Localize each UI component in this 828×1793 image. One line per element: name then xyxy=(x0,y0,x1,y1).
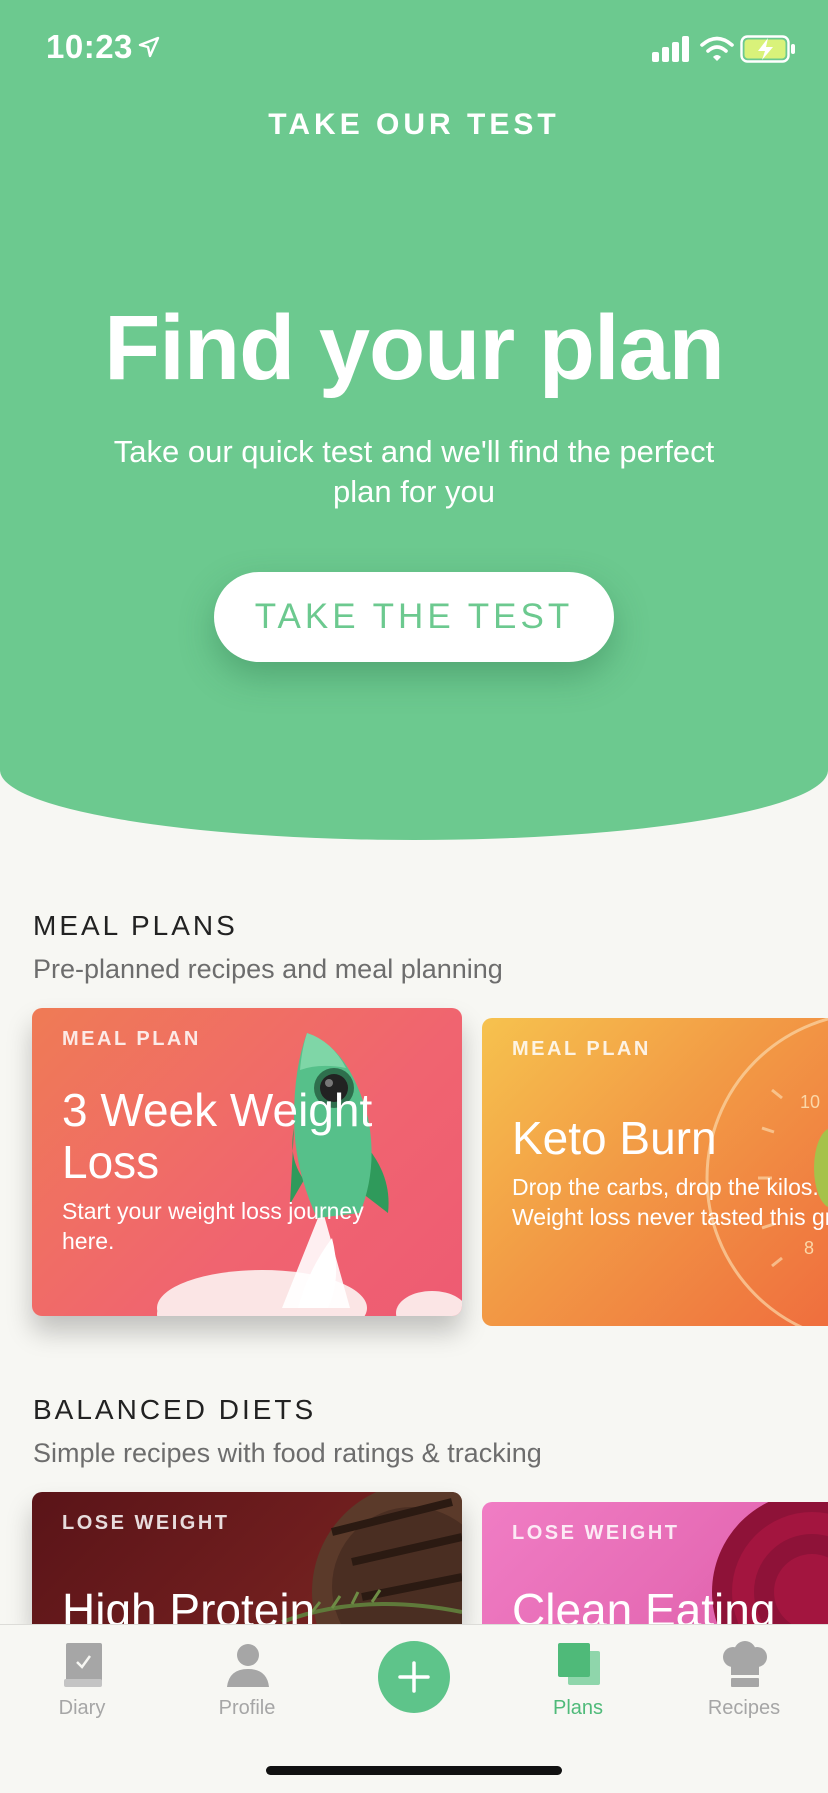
take-our-test-link[interactable]: TAKE OUR TEST xyxy=(0,108,828,142)
card-title: Keto Burn xyxy=(512,1112,717,1164)
tab-label: Recipes xyxy=(707,1697,781,1719)
diary-icon xyxy=(64,1643,102,1687)
location-arrow-icon xyxy=(138,36,160,58)
diet-card-high-protein[interactable]: LOSE WEIGHT High Protein xyxy=(32,1492,462,1624)
signal-icon xyxy=(652,36,689,62)
take-the-test-button[interactable]: TAKE THE TEST xyxy=(214,572,614,662)
svg-text:8: 8 xyxy=(804,1238,814,1258)
card-tag: LOSE WEIGHT xyxy=(62,1512,230,1534)
tab-label: Profile xyxy=(218,1697,276,1719)
meal-plan-card-3-week[interactable]: MEAL PLAN 3 Week Weight Loss Start your … xyxy=(32,1008,462,1316)
card-tag: MEAL PLAN xyxy=(512,1038,651,1060)
tab-recipes[interactable]: Recipes xyxy=(679,1625,809,1725)
add-button[interactable] xyxy=(378,1641,450,1713)
meal-plan-card-keto-burn[interactable]: 10 8 MEAL PLAN Keto Burn Drop the carbs,… xyxy=(482,1018,828,1326)
wifi-icon xyxy=(700,36,734,61)
card-description: Drop the carbs, drop the kilos. Weight l… xyxy=(512,1174,828,1230)
card-title: Clean Eating xyxy=(512,1584,776,1624)
tab-profile[interactable]: Profile xyxy=(182,1625,312,1725)
status-time: 10:23 xyxy=(46,28,133,65)
tab-label: Plans xyxy=(552,1697,604,1719)
battery-charging-icon xyxy=(740,35,795,63)
hero-banner: 10:23 TAKE OUR TEST Find your plan Take … xyxy=(0,0,828,840)
card-tag: LOSE WEIGHT xyxy=(512,1522,680,1544)
profile-icon xyxy=(227,1644,269,1687)
tab-plans[interactable]: Plans xyxy=(513,1625,643,1725)
card-tag: MEAL PLAN xyxy=(62,1028,201,1050)
balanced-diets-title: BALANCED DIETS xyxy=(33,1394,317,1425)
balanced-diets-subtitle: Simple recipes with food ratings & track… xyxy=(33,1438,542,1468)
status-bar: 10:23 xyxy=(0,0,828,100)
svg-text:10: 10 xyxy=(800,1092,820,1112)
chef-hat-icon xyxy=(723,1641,767,1687)
home-indicator xyxy=(266,1766,562,1775)
meal-plans-title: MEAL PLANS xyxy=(33,910,238,941)
plans-icon xyxy=(558,1643,600,1685)
meal-plans-subtitle: Pre-planned recipes and meal planning xyxy=(33,954,503,984)
diet-card-clean-eating[interactable]: LOSE WEIGHT Clean Eating xyxy=(482,1502,828,1624)
card-description: Start your weight loss journey here. xyxy=(62,1198,364,1254)
tab-label: Diary xyxy=(58,1697,106,1719)
tab-diary[interactable]: Diary xyxy=(17,1625,147,1725)
plus-icon xyxy=(398,1661,430,1693)
hero-subtitle: Take our quick test and we'll find the p… xyxy=(113,434,715,509)
hero-title: Find your plan xyxy=(104,297,725,399)
card-title: High Protein xyxy=(62,1584,316,1624)
card-title: 3 Week Weight Loss xyxy=(62,1084,373,1188)
